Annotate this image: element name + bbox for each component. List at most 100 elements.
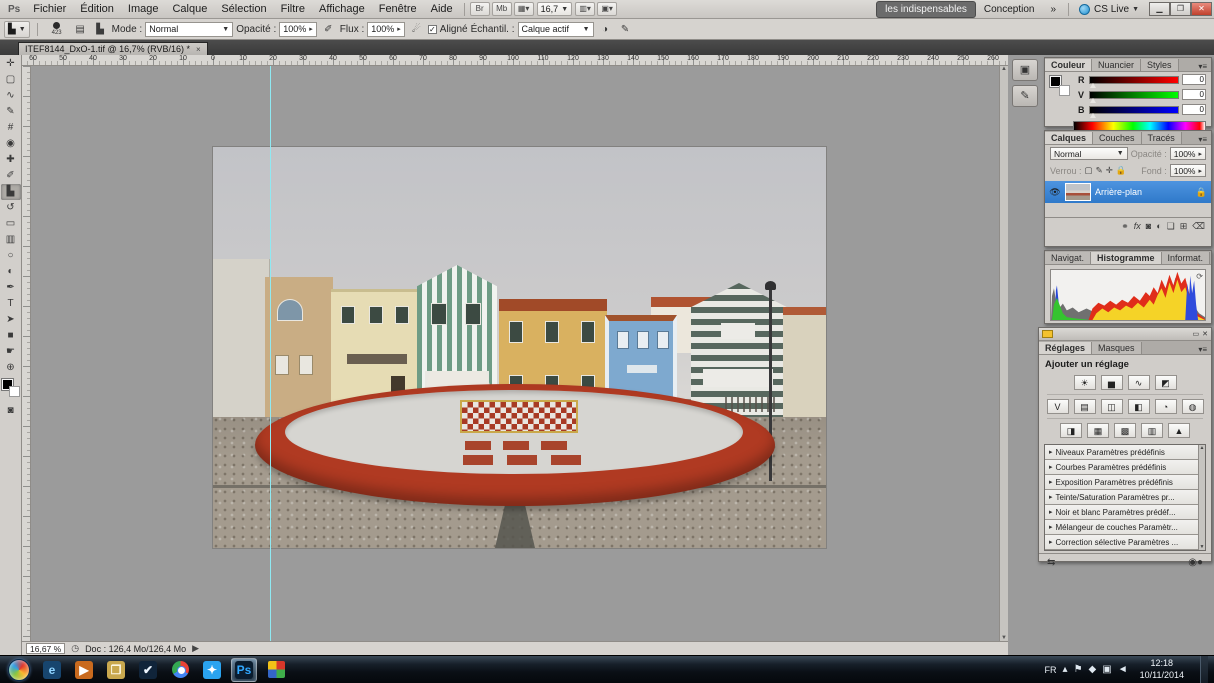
color-balance-icon[interactable]: ◫ [1100,399,1123,414]
flag-icon[interactable]: ⚑ [1074,664,1083,675]
adjustment-preset-row[interactable]: ▸ Niveaux Paramètres prédéfinis [1045,445,1205,460]
canvas[interactable]: ▲ ▼ [22,66,1008,641]
menu-fichier[interactable]: Fichier [26,2,73,16]
pressure-size-icon[interactable]: ✎ [617,21,634,37]
black-white-icon[interactable]: ◧ [1127,399,1150,414]
channel-value[interactable]: 0 [1182,104,1206,115]
adjustment-preset-row[interactable]: ▸ Courbes Paramètres prédéfinis [1045,460,1205,475]
horizontal-ruler[interactable]: 60 50 40 30 20 10 0 10 20 30 40 50 60 70 80 90 100 110 120… [22,55,1008,66]
selective-color-icon[interactable]: ▲ [1168,423,1190,438]
adjustment-preset-row[interactable]: ▸ Exposition Paramètres prédéfinis [1045,475,1205,490]
clip-adjustment-icon[interactable]: ◉● [1188,557,1203,568]
ignore-adjustment-layers-icon[interactable]: ◑ [597,21,614,37]
launch-bridge-icon[interactable]: Br [469,2,490,16]
expand-view-icon[interactable]: ⇆ [1047,557,1055,568]
collapsed-panel-icon-1[interactable]: ▣ [1012,59,1038,81]
expand-arrow-icon[interactable]: ▸ [1049,448,1053,456]
tab-masques[interactable]: Masques [1092,342,1142,354]
levels-icon[interactable]: ▅ [1100,375,1123,390]
toggle-brush-panel-icon[interactable]: ▤ [72,21,89,37]
threshold-icon[interactable]: ▩ [1114,423,1136,438]
add-layer-mask-icon[interactable]: ◙ [1146,221,1151,232]
taskbar-internet-explorer[interactable]: e [39,658,65,682]
mini-bridge-icon[interactable]: Mb [491,2,512,16]
adjustment-preset-row[interactable]: ▸ Correction sélective Paramètres ... [1045,535,1205,550]
quick-selection-tool[interactable]: ✎ [1,104,21,120]
channel-mixer-icon[interactable]: ◍ [1181,399,1204,414]
link-layers-icon[interactable]: ⚭ [1121,221,1129,232]
expand-arrow-icon[interactable]: ▸ [1049,538,1053,546]
airbrush-icon[interactable]: ☄ [408,21,425,37]
taskbar-chrome[interactable] [167,658,193,682]
layer-thumbnail[interactable] [1065,183,1091,201]
new-group-icon[interactable]: ❏ [1167,221,1175,232]
taskbar-explorer[interactable]: ❐ [103,658,129,682]
scroll-up-icon[interactable]: ▲ [1200,445,1205,451]
background-color-swatch[interactable] [1059,85,1070,96]
menu-image[interactable]: Image [121,2,166,16]
close-button[interactable]: ✕ [1191,2,1212,16]
lasso-tool[interactable]: ∿ [1,88,21,104]
menu-fentre[interactable]: Fenêtre [372,2,424,16]
clone-source-panel-icon[interactable]: ▙ [92,21,109,37]
history-brush-tool[interactable]: ↺ [1,200,21,216]
taskbar-photoshop[interactable]: Ps [231,657,257,682]
tab-nuancier[interactable]: Nuancier [1092,59,1142,71]
panel-close-icon[interactable]: ✕ [1202,330,1208,338]
taskbar-media-app[interactable]: ▶ [71,658,97,682]
zoom-percentage-field[interactable]: 16,67 % [26,643,66,654]
blur-tool[interactable]: ○ [1,248,21,264]
photo-filter-icon[interactable]: ◔ [1154,399,1177,414]
arrange-documents-icon[interactable]: ▦▾ [513,2,534,16]
workspace-essentials-button[interactable]: les indispensables [876,0,976,18]
new-layer-icon[interactable]: ⊞ [1180,221,1188,232]
show-desktop-button[interactable] [1200,655,1208,683]
menu-filtre[interactable]: Filtre [274,2,312,16]
flow-input[interactable]: 100% ▸ [367,21,405,37]
blend-mode-select[interactable]: Normal ▼ [1050,147,1128,160]
volume-icon[interactable]: ◄ [1118,664,1128,675]
workspace-design-button[interactable]: Conception [976,2,1043,17]
adjustment-preset-row[interactable]: ▸ Mélangeur de couches Paramètr... [1045,520,1205,535]
panel-menu-icon[interactable]: ▾≡ [1194,345,1211,354]
channel-slider[interactable] [1089,75,1179,88]
taskbar-color-app[interactable] [263,658,289,682]
tab-histogramme[interactable]: Histogramme [1091,252,1162,264]
curves-icon[interactable]: ∿ [1127,375,1150,390]
menu-slection[interactable]: Sélection [214,2,273,16]
move-tool[interactable]: ✛ [1,56,21,72]
slider-knob-icon[interactable] [1090,112,1096,118]
restore-button[interactable]: ❐ [1170,2,1191,16]
slider-knob-icon[interactable] [1090,97,1096,103]
scroll-down-icon[interactable]: ▼ [1200,544,1205,550]
vertical-scrollbar[interactable]: ▲ ▼ [999,66,1008,641]
type-tool[interactable]: T [1,296,21,312]
tab-reglages[interactable]: Réglages [1039,342,1093,354]
channel-slider[interactable] [1089,90,1179,103]
eraser-tool[interactable]: ▭ [1,216,21,232]
tray-app-icon[interactable]: ◆ [1089,664,1097,675]
scroll-down-icon[interactable]: ▼ [1001,635,1007,641]
adjustment-preset-row[interactable]: ▸ Teinte/Saturation Paramètres pr... [1045,490,1205,505]
layer-visibility-eye-icon[interactable]: 👁 [1049,187,1061,198]
photo-document[interactable] [212,146,827,549]
brush-preset-picker[interactable]: 423 [45,20,69,39]
clone-stamp-tool[interactable]: ▙ [0,184,21,200]
screen-mode-icon[interactable]: ▣▾ [597,2,618,16]
tab-informations[interactable]: Informat. [1161,252,1211,264]
menu-affichage[interactable]: Affichage [312,2,372,16]
pressure-opacity-icon[interactable]: ✐ [320,21,337,37]
layer-opacity-input[interactable]: 100% ▸ [1169,147,1206,160]
menu-calque[interactable]: Calque [165,2,214,16]
close-tab-icon[interactable]: × [196,45,201,54]
menu-aide[interactable]: Aide [424,2,460,16]
expand-arrow-icon[interactable]: ▸ [1049,493,1053,501]
lock-position-icon[interactable]: ✛ [1106,165,1113,176]
hue-saturation-icon[interactable]: ▤ [1073,399,1096,414]
status-menu-arrow-icon[interactable]: ▶ [192,643,199,654]
opacity-input[interactable]: 100% ▸ [279,21,317,37]
zoom-level-combo[interactable]: 16,7 ▼ [536,2,573,16]
path-selection-tool[interactable]: ➤ [1,312,21,328]
taskbar-check-app[interactable]: ✔ [135,658,161,682]
shape-tool[interactable]: ■ [1,328,21,344]
